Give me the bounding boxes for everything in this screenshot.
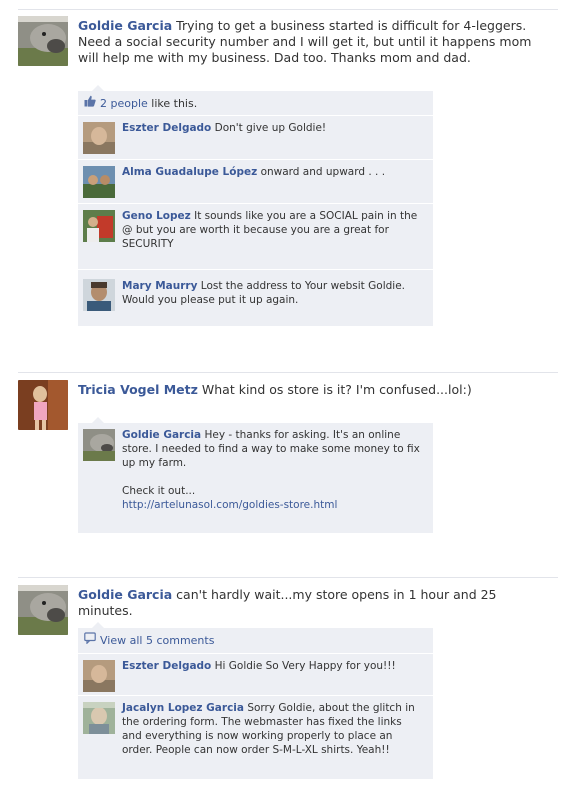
likes-suffix: like this. xyxy=(151,97,198,110)
post-body: Tricia Vogel Metz What kind os store is … xyxy=(78,382,548,398)
comment-avatar[interactable] xyxy=(83,210,115,242)
comment-row: Alma Guadalupe López onward and upward .… xyxy=(78,160,433,204)
post-body: Goldie Garcia Trying to get a business s… xyxy=(78,18,548,66)
comment-avatar[interactable] xyxy=(83,166,115,198)
post-author[interactable]: Goldie Garcia xyxy=(78,587,172,602)
comment-body: Eszter Delgado Don't give up Goldie! xyxy=(122,121,422,135)
avatar-goldie[interactable] xyxy=(18,16,68,66)
post-author[interactable]: Goldie Garcia xyxy=(78,18,172,33)
comment-row: Eszter Delgado Don't give up Goldie! xyxy=(78,116,433,160)
comment-body: Eszter Delgado Hi Goldie So Very Happy f… xyxy=(122,659,422,673)
comment-row: Eszter Delgado Hi Goldie So Very Happy f… xyxy=(78,654,433,696)
comment-message: Hi Goldie So Very Happy for you!!! xyxy=(214,660,396,672)
post-divider xyxy=(18,577,558,578)
likes-row: 2 people like this. xyxy=(78,91,433,116)
comment-author[interactable]: Eszter Delgado xyxy=(122,122,211,134)
comment-row: Jacalyn Lopez Garcia Sorry Goldie, about… xyxy=(78,696,433,780)
comment-message: onward and upward . . . xyxy=(260,166,386,178)
thumbs-up-icon xyxy=(84,91,96,116)
comment-avatar[interactable] xyxy=(83,279,115,311)
comment-avatar[interactable] xyxy=(83,122,115,154)
comment-body: Mary Maurry Lost the address to Your web… xyxy=(122,279,422,307)
comment-message: Don't give up Goldie! xyxy=(214,122,327,134)
post-1-feedback: 2 people like this. Eszter Delgado Don't… xyxy=(78,85,433,327)
post-body: Goldie Garcia can't hardly wait...my sto… xyxy=(78,587,548,619)
avatar-tricia[interactable] xyxy=(18,380,68,430)
comment-author[interactable]: Goldie Garcia xyxy=(122,429,201,441)
comment-avatar[interactable] xyxy=(83,702,115,734)
post-author[interactable]: Tricia Vogel Metz xyxy=(78,382,198,397)
comment-row: Goldie Garcia Hey - thanks for asking. I… xyxy=(78,423,433,534)
view-all-comments-link[interactable]: View all 5 comments xyxy=(100,634,214,647)
view-all-row[interactable]: View all 5 comments xyxy=(78,628,433,654)
post-3-feedback: View all 5 comments Eszter Delgado Hi Go… xyxy=(78,622,433,780)
comment-extra: Check it out... xyxy=(122,485,196,497)
comment-bubble-icon xyxy=(84,628,96,653)
likes-count-link[interactable]: 2 people xyxy=(100,97,148,110)
comment-avatar[interactable] xyxy=(83,660,115,692)
comment-author[interactable]: Eszter Delgado xyxy=(122,660,211,672)
comment-row: Mary Maurry Lost the address to Your web… xyxy=(78,270,433,327)
top-divider xyxy=(18,9,558,10)
post-2-feedback: Goldie Garcia Hey - thanks for asking. I… xyxy=(78,417,433,534)
post-divider xyxy=(18,372,558,373)
comment-author[interactable]: Geno Lopez xyxy=(122,210,191,222)
comment-body: Jacalyn Lopez Garcia Sorry Goldie, about… xyxy=(122,701,422,757)
avatar-goldie[interactable] xyxy=(18,585,68,635)
comment-author[interactable]: Mary Maurry xyxy=(122,280,197,292)
comment-body: Alma Guadalupe López onward and upward .… xyxy=(122,165,422,179)
comment-body: Geno Lopez It sounds like you are a SOCI… xyxy=(122,209,422,251)
store-link[interactable]: http://artelunasol.com/goldies-store.htm… xyxy=(122,499,337,511)
comment-body: Goldie Garcia Hey - thanks for asking. I… xyxy=(122,428,422,512)
comment-author[interactable]: Jacalyn Lopez Garcia xyxy=(122,702,244,714)
comment-row: Geno Lopez It sounds like you are a SOCI… xyxy=(78,204,433,270)
comment-avatar[interactable] xyxy=(83,429,115,461)
comment-author[interactable]: Alma Guadalupe López xyxy=(122,166,257,178)
post-message: What kind os store is it? I'm confused..… xyxy=(201,382,472,397)
